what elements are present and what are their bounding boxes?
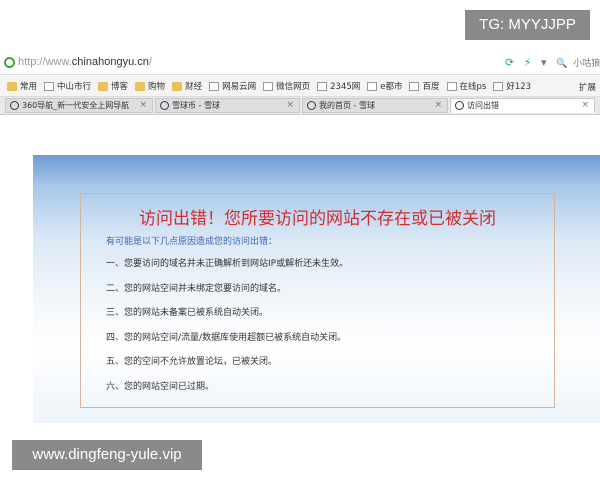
- tab-strip: 360导航_新一代安全上网导航 × 雪球币 - 雪球 × 我的首页 - 雪球 × 访问出错 ×: [0, 97, 600, 115]
- page-icon: [44, 81, 55, 91]
- error-subtitle: 有可能是以下几点原因造成您的访问出错：: [106, 237, 278, 247]
- browser-tab[interactable]: 360导航_新一代安全上网导航 ×: [5, 98, 153, 113]
- bookmark-label: 博客: [111, 82, 129, 92]
- bookmark-label: 购物: [148, 82, 166, 92]
- bookmark-item[interactable]: 中山市行: [44, 80, 91, 92]
- extensions-button[interactable]: 扩展: [579, 81, 596, 93]
- tab-label: 我的首页 - 雪球: [319, 101, 375, 110]
- security-icon: [4, 57, 15, 68]
- bookmark-label: 网易云网: [222, 82, 257, 92]
- search-icon[interactable]: 🔍: [556, 59, 567, 69]
- page-icon: [209, 81, 220, 91]
- close-icon[interactable]: ×: [434, 99, 442, 112]
- error-reason-item: 五、您的空间不允许放置论坛，已被关闭。: [106, 357, 278, 367]
- page-icon: [263, 81, 274, 91]
- error-reason-item: 六、您的网站空间已过期。: [106, 381, 215, 392]
- bookmark-label: 2345网: [330, 82, 361, 92]
- tab-label: 雪球币 - 雪球: [172, 101, 220, 110]
- tab-label: 360导航_新一代安全上网导航: [22, 101, 130, 110]
- url-text[interactable]: http://www.chinahongyu.cn/: [18, 56, 152, 68]
- tab-favicon-icon: [455, 101, 464, 110]
- page-icon: [367, 81, 378, 91]
- lightning-icon[interactable]: ⚡: [524, 56, 532, 69]
- error-reason-item: 二、您的网站空间并未绑定您要访问的域名。: [106, 283, 287, 294]
- tg-badge: TG: MYYJJPP: [465, 10, 590, 40]
- error-reason-item: 一、您要访问的域名并未正确解析到网站IP或解析还未生效。: [106, 259, 349, 269]
- error-reason-item: 四、您的网站空间/流量/数据库使用超额已被系统自动关闭。: [106, 332, 347, 343]
- page-icon: [409, 81, 420, 91]
- folder-icon: [7, 81, 17, 91]
- close-icon[interactable]: ×: [139, 99, 147, 112]
- browser-tab[interactable]: 访问出错 ×: [450, 98, 595, 113]
- bookmark-item[interactable]: 在线ps: [446, 80, 487, 92]
- close-icon[interactable]: ×: [581, 99, 589, 112]
- error-reasons-list: 一、您要访问的域名并未正确解析到网站IP或解析还未生效。 二、您的网站空间并未绑定…: [106, 252, 348, 399]
- page-icon: [317, 81, 328, 91]
- tab-favicon-icon: [307, 101, 316, 110]
- bookmark-item[interactable]: 百度: [409, 80, 440, 92]
- bookmark-item[interactable]: 博客: [98, 80, 128, 92]
- error-box: 访问出错！您所要访问的网站不存在或已被关闭 有可能是以下几点原因造成您的访问出错…: [80, 193, 555, 408]
- bookmark-item[interactable]: 常用: [7, 80, 37, 92]
- page-icon: [446, 81, 457, 91]
- bookmark-label: 中山市行: [57, 82, 92, 92]
- bookmark-label: 常用: [20, 82, 38, 92]
- bookmark-label: 好123: [506, 82, 532, 92]
- tab-favicon-icon: [160, 101, 169, 110]
- folder-icon: [172, 81, 183, 91]
- close-icon[interactable]: ×: [286, 99, 294, 112]
- error-title: 访问出错！您所要访问的网站不存在或已被关闭: [139, 209, 496, 229]
- bookmark-label: 在线ps: [459, 82, 487, 92]
- browser-tab[interactable]: 雪球币 - 雪球 ×: [155, 98, 300, 113]
- address-bar[interactable]: http://www.chinahongyu.cn/ ⟳ ⚡ ▾ 🔍 小咕狼: [0, 54, 600, 75]
- search-hint: 小咕狼: [573, 59, 600, 69]
- tab-label: 访问出错: [467, 101, 499, 110]
- bookmark-item[interactable]: 网易云网: [209, 80, 256, 92]
- bookmark-item[interactable]: 购物: [135, 80, 165, 92]
- bookmarks-bar: 常用 中山市行 博客 购物 财经 网易云网 微信网页 2345网 e都市 百度 在线ps 好123 扩展: [0, 76, 600, 97]
- bookmark-label: 财经: [185, 82, 203, 92]
- folder-icon: [135, 81, 146, 91]
- bookmark-label: 微信网页: [276, 82, 311, 92]
- bookmark-label: e都市: [380, 82, 403, 92]
- dropdown-icon[interactable]: ▾: [541, 56, 547, 69]
- bookmark-label: 百度: [422, 82, 440, 92]
- bookmark-item[interactable]: 好123: [493, 80, 531, 92]
- address-right-tools: ⟳ ⚡ ▾ 🔍 小咕狼: [505, 56, 600, 69]
- bookmark-item[interactable]: 财经: [172, 80, 202, 92]
- bookmark-item[interactable]: e都市: [367, 80, 402, 92]
- watermark: www.dingfeng-yule.vip: [12, 440, 202, 470]
- bookmark-item[interactable]: 2345网: [317, 80, 360, 92]
- bookmark-item[interactable]: 微信网页: [263, 80, 310, 92]
- refresh-icon[interactable]: ⟳: [505, 56, 514, 69]
- browser-tab[interactable]: 我的首页 - 雪球 ×: [302, 98, 448, 113]
- page-icon: [493, 81, 504, 91]
- tab-favicon-icon: [10, 101, 19, 110]
- folder-icon: [98, 81, 109, 91]
- error-reason-item: 三、您的网站未备案已被系统自动关闭。: [106, 308, 269, 318]
